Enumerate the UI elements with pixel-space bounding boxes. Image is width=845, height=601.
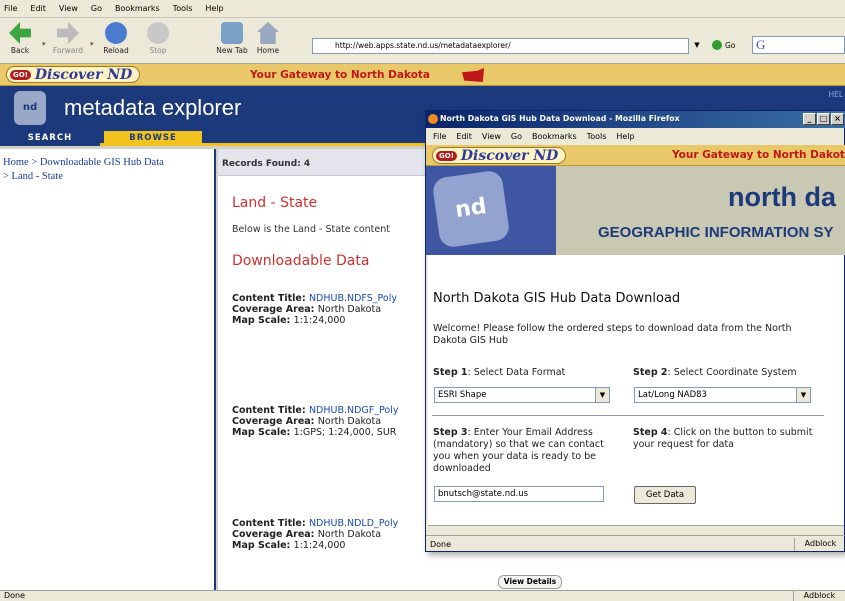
menu-tools[interactable]: Tools — [173, 4, 193, 13]
adblock-button[interactable]: Adblock — [793, 591, 845, 601]
go-button[interactable]: Go — [712, 40, 735, 50]
coordinate-system-select[interactable]: Lat/Long NAD83 ▼ — [634, 387, 811, 403]
banner-north-dakota: north da — [728, 182, 836, 212]
menu-bar: File Edit View Go Bookmarks Tools Help — [0, 0, 845, 18]
menu-file[interactable]: File — [4, 4, 17, 13]
gis-banner: nd GIS north da GEOGRAPHIC INFORMATION S… — [426, 166, 845, 255]
divider — [432, 415, 824, 416]
popup-menu-file[interactable]: File — [433, 132, 446, 141]
intro-text: Below is the Land - State content — [232, 224, 390, 235]
horizontal-scrollbar[interactable] — [428, 525, 844, 535]
help-link[interactable]: HEL — [828, 90, 843, 99]
popup-menu-bar: File Edit View Go Bookmarks Tools Help — [426, 128, 845, 145]
reload-icon — [105, 22, 127, 44]
status-bar: Done Adblock — [0, 590, 845, 601]
nd-gis-logo: nd GIS — [14, 91, 46, 147]
chevron-down-icon: ▼ — [796, 388, 810, 402]
nd-gis-logo: nd GIS — [431, 169, 511, 249]
google-search-box[interactable]: G — [752, 36, 845, 54]
menu-edit[interactable]: Edit — [30, 4, 46, 13]
record-title-link[interactable]: NDHUB.NDFS_Poly — [309, 293, 397, 304]
popup-menu-bookmarks[interactable]: Bookmarks — [532, 132, 577, 141]
maximize-icon[interactable]: □ — [817, 113, 830, 125]
popup-menu-go[interactable]: Go — [511, 132, 522, 141]
record-title-link[interactable]: NDHUB.NDLD_Poly — [309, 518, 398, 529]
url-bar[interactable]: http://web.apps.state.nd.us/metadataexpl… — [312, 38, 705, 54]
popup-status-text: Done — [430, 540, 452, 549]
popup-adblock-button[interactable]: Adblock — [794, 538, 845, 551]
site-title: metadata explorer — [64, 95, 242, 120]
breadcrumb-downloadable[interactable]: Downloadable GIS Hub Data — [40, 157, 164, 168]
record-item: Content Title: NDHUB.NDLD_Poly Coverage … — [232, 518, 399, 551]
forward-button[interactable]: Forward — [48, 22, 88, 55]
breadcrumb-land-state[interactable]: Land - State — [12, 171, 63, 182]
popup-discover-banner: GO! Discover ND Your Gateway to North Da… — [426, 145, 845, 166]
menu-go[interactable]: Go — [91, 4, 102, 13]
record-title-link[interactable]: NDHUB.NDGF_Poly — [309, 405, 399, 416]
stop-button[interactable]: Stop — [138, 22, 178, 55]
stop-icon — [147, 22, 169, 44]
home-icon — [257, 22, 279, 44]
menu-help[interactable]: Help — [205, 4, 223, 13]
minimize-icon[interactable]: _ — [803, 113, 816, 125]
discover-nd-logo[interactable]: GO! Discover ND — [432, 147, 567, 164]
menu-bookmarks[interactable]: Bookmarks — [115, 4, 160, 13]
home-button[interactable]: Home — [248, 22, 288, 55]
section-heading: Downloadable Data — [232, 253, 370, 269]
breadcrumb-home[interactable]: Home — [3, 157, 29, 168]
breadcrumb: Home > Downloadable GIS Hub Data > Land … — [0, 149, 216, 590]
popup-status-bar: Done Adblock — [426, 535, 845, 552]
firefox-icon — [428, 114, 438, 124]
get-data-button[interactable]: Get Data — [634, 486, 696, 504]
gateway-tagline: Your Gateway to North Dakota — [250, 69, 431, 81]
popup-heading: North Dakota GIS Hub Data Download — [433, 291, 681, 306]
back-button[interactable]: Back — [0, 22, 40, 55]
reload-button[interactable]: Reload — [96, 22, 136, 55]
new-tab-icon — [221, 22, 243, 44]
record-item: Content Title: NDHUB.NDGF_Poly Coverage … — [232, 405, 399, 438]
step2-label: Step 2: Select Coordinate System — [633, 367, 797, 378]
record-item: Content Title: NDHUB.NDFS_Poly Coverage … — [232, 293, 397, 326]
download-popup-window: North Dakota GIS Hub Data Download - Moz… — [425, 110, 845, 552]
new-tab-button[interactable]: New Tab — [212, 22, 252, 55]
step3-label: Step 3: Enter Your Email Address (mandat… — [433, 427, 604, 474]
chevron-down-icon: ▼ — [595, 388, 609, 402]
close-icon[interactable]: × — [831, 113, 844, 125]
popup-menu-view[interactable]: View — [482, 132, 501, 141]
menu-view[interactable]: View — [59, 4, 78, 13]
forward-arrow-icon — [57, 22, 79, 44]
view-details-button[interactable]: View Details — [498, 575, 562, 589]
go-icon — [712, 40, 722, 50]
page-title: Land - State — [232, 195, 318, 211]
popup-menu-tools[interactable]: Tools — [587, 132, 607, 141]
status-text: Done — [4, 591, 26, 600]
welcome-text: Welcome! Please follow the ordered steps… — [433, 323, 792, 346]
discover-nd-logo[interactable]: GO! Discover ND — [6, 66, 141, 83]
popup-menu-edit[interactable]: Edit — [456, 132, 472, 141]
step4-label: Step 4: Click on the button to submit yo… — [633, 427, 813, 450]
navigation-toolbar: Back ▾ Forward ▾ Reload Stop New Tab Hom… — [0, 18, 845, 64]
back-dropdown-icon[interactable]: ▾ — [42, 40, 46, 48]
forward-dropdown-icon[interactable]: ▾ — [90, 40, 94, 48]
email-field[interactable]: bnutsch@state.nd.us — [434, 486, 604, 502]
banner-gis-text: GEOGRAPHIC INFORMATION SY — [598, 224, 834, 241]
tab-browse[interactable]: BROWSE — [104, 131, 202, 146]
data-format-select[interactable]: ESRI Shape ▼ — [434, 387, 610, 403]
popup-title-bar[interactable]: North Dakota GIS Hub Data Download - Moz… — [426, 111, 845, 128]
window-controls: _ □ × — [803, 113, 844, 125]
tab-search[interactable]: SEARCH — [0, 131, 100, 146]
gateway-tagline: Your Gateway to North Dakot — [672, 149, 845, 161]
discover-nd-banner: GO! Discover ND Your Gateway to North Da… — [0, 64, 845, 86]
popup-content: North Dakota GIS Hub Data Download Welco… — [428, 255, 844, 525]
popup-menu-help[interactable]: Help — [616, 132, 634, 141]
north-dakota-map-icon — [462, 68, 484, 82]
url-dropdown-icon[interactable]: ▼ — [688, 38, 705, 54]
step1-label: Step 1: Select Data Format — [433, 367, 566, 378]
back-arrow-icon — [9, 22, 31, 44]
